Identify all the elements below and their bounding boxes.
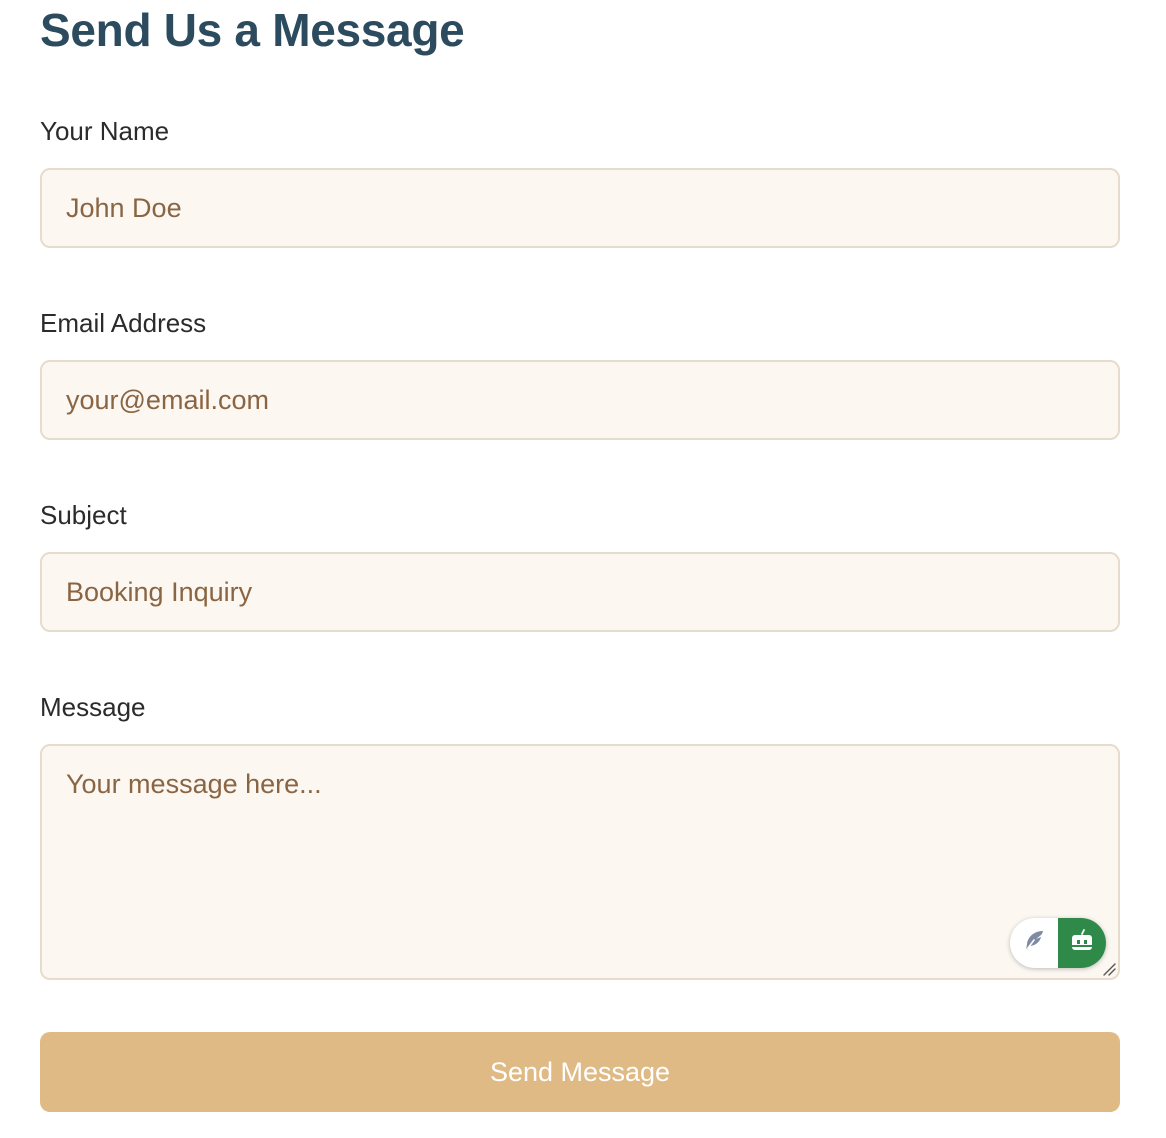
message-textarea-wrapper <box>40 744 1120 980</box>
send-message-button[interactable]: Send Message <box>40 1032 1120 1112</box>
message-field-group: Message <box>40 692 1120 980</box>
email-input[interactable] <box>40 360 1120 440</box>
message-label: Message <box>40 692 146 722</box>
subject-input[interactable] <box>40 552 1120 632</box>
email-label: Email Address <box>40 308 207 338</box>
name-input[interactable] <box>40 168 1120 248</box>
message-textarea[interactable] <box>40 744 1120 980</box>
subject-field-group: Subject <box>40 500 1120 632</box>
name-field-group: Your Name <box>40 116 1120 248</box>
email-field-group: Email Address <box>40 308 1120 440</box>
form-title: Send Us a Message <box>40 4 465 56</box>
writing-assistant-widget <box>1010 918 1106 968</box>
resize-handle-icon[interactable] <box>1102 962 1116 976</box>
robot-icon <box>1068 927 1096 960</box>
feather-button[interactable] <box>1010 918 1058 968</box>
feather-icon <box>1021 928 1047 959</box>
name-label: Your Name <box>40 116 170 146</box>
robot-button[interactable] <box>1058 918 1106 968</box>
subject-label: Subject <box>40 500 127 530</box>
contact-form: Send Us a Message Your Name Email Addres… <box>40 0 1120 1112</box>
